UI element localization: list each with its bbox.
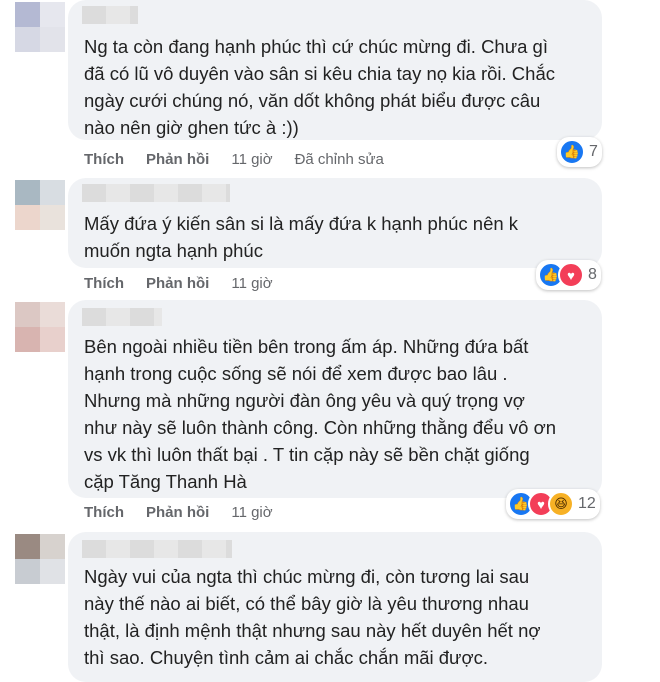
timestamp[interactable]: 11 giờ: [231, 504, 272, 521]
avatar[interactable]: [15, 302, 65, 352]
comment-bubble: Mấy đứa ý kiến sân si là mấy đứa k hạnh …: [68, 178, 602, 268]
avatar-tile: [15, 27, 40, 52]
avatar-tile: [40, 180, 65, 205]
avatar-tile: [40, 327, 65, 352]
avatar-tile: [15, 2, 40, 27]
comment-bubble: Bên ngoài nhiều tiền bên trong ấm áp. Nh…: [68, 300, 602, 498]
haha-reaction-icon: 😆: [548, 491, 574, 517]
avatar-tile: [15, 559, 40, 584]
reaction-summary[interactable]: 👍 ♥ 😆 12: [506, 489, 600, 519]
avatar[interactable]: [15, 2, 65, 52]
reaction-summary[interactable]: 👍 7: [557, 137, 602, 167]
like-reaction-icon: 👍: [559, 139, 585, 165]
reaction-summary[interactable]: 👍 ♥ 8: [536, 260, 601, 290]
avatar-tile: [40, 302, 65, 327]
avatar-tile: [40, 2, 65, 27]
avatar-tile: [15, 534, 40, 559]
avatar-tile: [15, 302, 40, 327]
timestamp[interactable]: 11 giờ: [231, 275, 272, 292]
reaction-count: 7: [589, 143, 598, 160]
avatar[interactable]: [15, 534, 65, 584]
avatar-tile: [40, 205, 65, 230]
like-button[interactable]: Thích: [84, 275, 124, 292]
commenter-name-redacted[interactable]: [82, 184, 230, 202]
avatar-tile: [15, 180, 40, 205]
reaction-count: 8: [588, 266, 597, 283]
comment-text: Mấy đứa ý kiến sân si là mấy đứa k hạnh …: [84, 213, 519, 261]
reply-button[interactable]: Phản hồi: [146, 504, 209, 521]
comment-text: Ng ta còn đang hạnh phúc thì cứ chúc mừn…: [84, 36, 555, 138]
timestamp[interactable]: 11 giờ: [231, 151, 272, 168]
comment-bubble: Ng ta còn đang hạnh phúc thì cứ chúc mừn…: [68, 0, 602, 140]
commenter-name-redacted[interactable]: [82, 308, 162, 326]
avatar-tile: [40, 534, 65, 559]
like-button[interactable]: Thích: [84, 151, 124, 168]
avatar-tile: [40, 559, 65, 584]
avatar-tile: [40, 27, 65, 52]
reply-button[interactable]: Phản hồi: [146, 275, 209, 292]
commenter-name-redacted[interactable]: [82, 540, 232, 558]
avatar-tile: [15, 205, 40, 230]
commenter-name-redacted[interactable]: [82, 6, 138, 24]
comment-bubble: Ngày vui của ngta thì chúc mừng đi, còn …: [68, 532, 602, 682]
reply-button[interactable]: Phản hồi: [146, 151, 209, 168]
avatar-tile: [15, 327, 40, 352]
comment-text: Bên ngoài nhiều tiền bên trong ấm áp. Nh…: [84, 336, 556, 492]
love-reaction-icon: ♥: [558, 262, 584, 288]
comment-text: Ngày vui của ngta thì chúc mừng đi, còn …: [84, 566, 541, 668]
avatar[interactable]: [15, 180, 65, 230]
like-button[interactable]: Thích: [84, 504, 124, 521]
comment-actions: Thích Phản hồi 11 giờ: [84, 504, 273, 521]
comment-actions: Thích Phản hồi 11 giờ Đã chỉnh sửa: [84, 151, 384, 168]
comment-actions: Thích Phản hồi 11 giờ: [84, 275, 273, 292]
reaction-count: 12: [578, 495, 596, 512]
edited-label[interactable]: Đã chỉnh sửa: [295, 151, 384, 168]
